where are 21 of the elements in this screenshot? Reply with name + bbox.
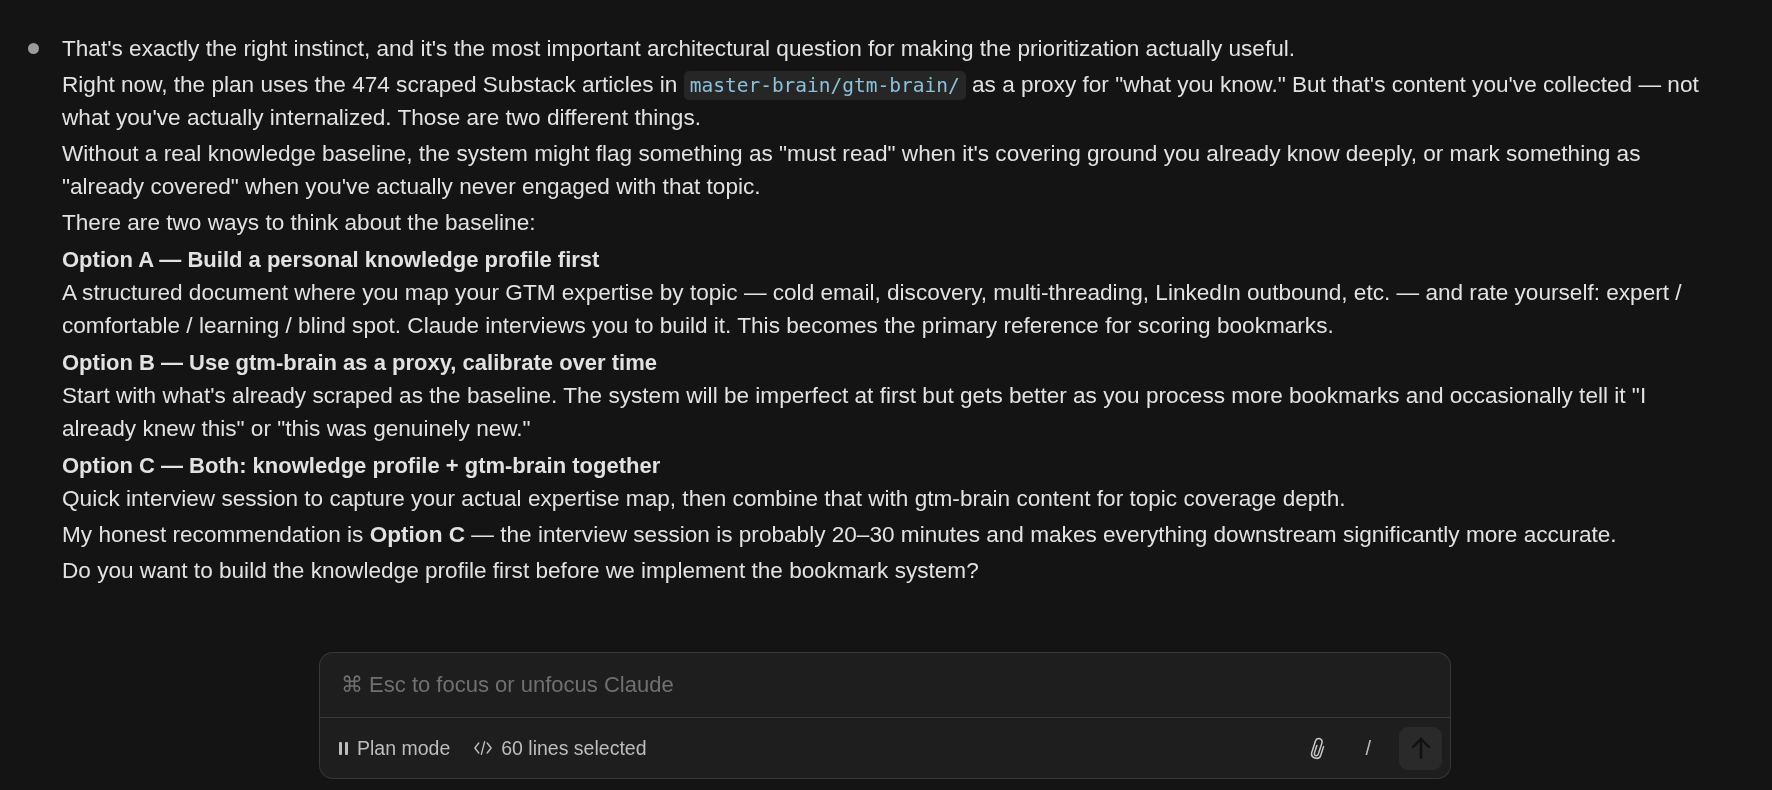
message-paragraph: A structured document where you map your GTM expertise by topic — cold email, discovery, multi-threading, LinkedIn outbound, etc. — and rate yourself: expert / comfortable / learning / blind spot. Claude interviews you to build it. This becomes the primary reference for scoring bookmarks. bbox=[62, 279, 1683, 340]
plan-mode-button[interactable]: Plan mode bbox=[339, 737, 451, 759]
message-paragraph: Start with what's already scraped as the baseline. The system will be imperfect at first but gets better as you process more bookmarks and occasionally tell it "I already knew this" or "this was genuinely new." bbox=[62, 382, 1648, 443]
message-paragraph: Quick interview session to capture your actual expertise map, then combine that with gtm-brain content for topic coverage depth. bbox=[62, 485, 1347, 513]
message-paragraph: That's exactly the right instinct, and it's the most important architectural question for making the prioritization actually useful. bbox=[62, 35, 1297, 63]
slash-command-button[interactable]: / bbox=[1365, 737, 1371, 759]
pause-icon bbox=[339, 741, 348, 755]
message-paragraph: Right now, the plan uses the 474 scraped Substack articles in master-brain/gtm-brain/ as a proxy for "what you know." But that's content you've collected — not what you've actually internalized. Those are two different things. bbox=[62, 70, 1700, 132]
code-icon bbox=[474, 741, 493, 755]
message-paragraph: Without a real knowledge baseline, the system might flag something as "must read" when it's covering ground you already know deeply, or mark something as "already covered" when you've actually never engaged with that topic. bbox=[62, 140, 1642, 201]
code-snippet: master-brain/gtm-brain/ bbox=[683, 71, 966, 100]
option-heading: Option C — Both: knowledge profile + gtm-brain together bbox=[62, 452, 662, 480]
option-heading: Option A — Build a personal knowledge profile first bbox=[62, 246, 601, 274]
message-input[interactable]: ⌘ Esc to focus or unfocus Claude bbox=[319, 652, 1451, 718]
option-heading: Option B — Use gtm-brain as a proxy, calibrate over time bbox=[62, 349, 658, 377]
message-paragraph: Do you want to build the knowledge profile first before we implement the bookmark system? bbox=[62, 557, 980, 585]
lines-selected-button[interactable]: 60 lines selected bbox=[474, 737, 647, 759]
message-paragraph: My honest recommendation is Option C — the interview session is probably 20–30 minutes and makes everything downstream significantly more accurate. bbox=[62, 521, 1618, 549]
message-dot-icon bbox=[28, 43, 39, 54]
arrow-up-icon bbox=[1410, 737, 1431, 759]
message-paragraph: There are two ways to think about the baseline: bbox=[62, 209, 537, 237]
